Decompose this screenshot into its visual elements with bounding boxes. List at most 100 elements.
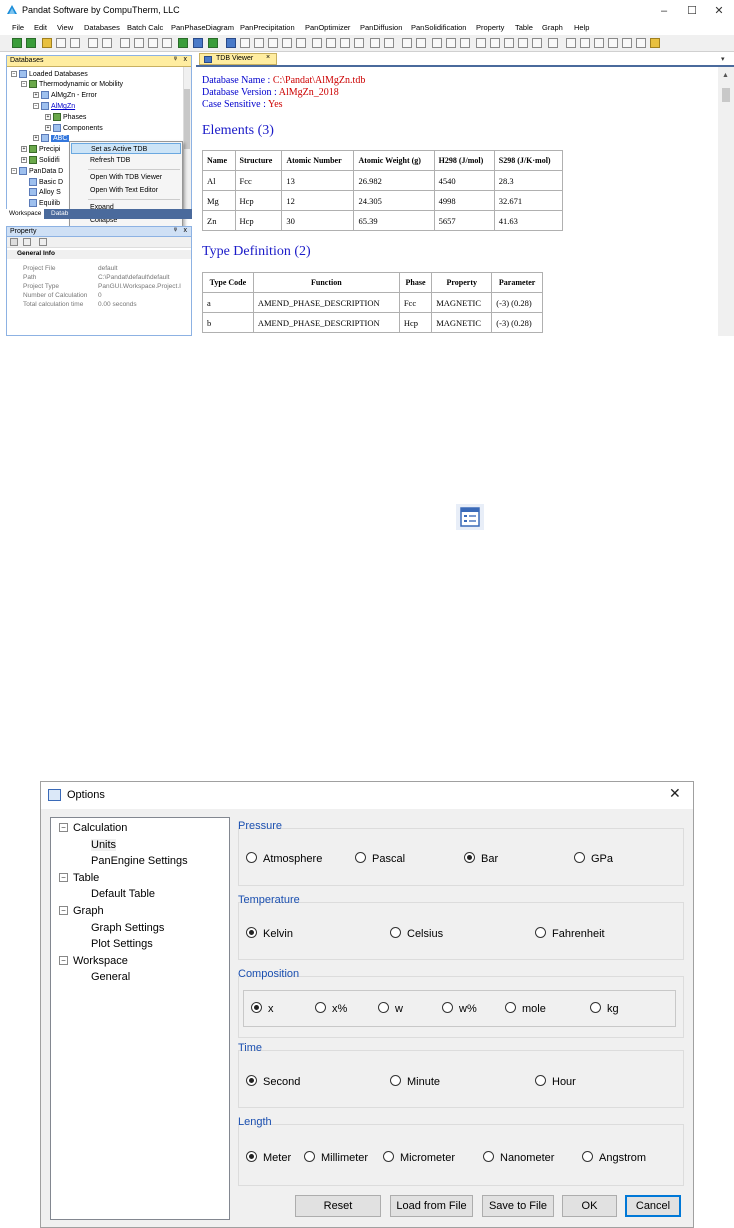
save-all-icon[interactable] [70, 38, 80, 48]
open-folder-icon[interactable] [42, 38, 52, 48]
tree-almgzn[interactable]: − AlMgZn [33, 102, 75, 110]
radio-kg[interactable]: kg [590, 1002, 619, 1015]
expand-toggle-icon[interactable]: + [45, 125, 51, 131]
tab-dropdown-icon[interactable]: ▾ [721, 55, 725, 63]
pin-icon[interactable]: ᵠ [174, 56, 177, 63]
tab-workspace[interactable]: Workspace [6, 209, 45, 219]
collapse-toggle-icon[interactable]: − [59, 956, 68, 965]
tab-tdb-viewer[interactable]: TDB Viewer × [199, 53, 277, 65]
tree-phases[interactable]: + Phases [45, 113, 86, 121]
tool-icon-15[interactable] [446, 38, 456, 48]
undo-icon[interactable] [594, 38, 604, 48]
collapse-toggle-icon[interactable]: − [33, 103, 39, 109]
delete-icon[interactable] [162, 38, 172, 48]
tree-node-general[interactable]: General [91, 971, 130, 983]
radio-nanometer[interactable]: Nanometer [483, 1151, 554, 1164]
scrollbar-thumb[interactable] [184, 89, 190, 149]
save-icon[interactable] [56, 38, 66, 48]
text-icon[interactable] [636, 38, 646, 48]
expand-toggle-icon[interactable]: + [21, 157, 27, 163]
radio-bar[interactable]: Bar [464, 852, 498, 865]
radio-hour[interactable]: Hour [535, 1075, 576, 1088]
zoom-icon[interactable] [580, 38, 590, 48]
menu-file[interactable]: File [12, 23, 24, 32]
pin-icon[interactable]: ᵠ [174, 227, 177, 234]
tool-icon-3[interactable] [268, 38, 278, 48]
radio-second[interactable]: Second [246, 1075, 300, 1088]
tool-icon-16[interactable] [460, 38, 470, 48]
calc-icon[interactable] [178, 38, 188, 48]
categorized-icon[interactable] [10, 238, 18, 246]
document-scrollbar[interactable]: ▲ [718, 67, 734, 336]
tree-solidification[interactable]: + Solidifi [21, 156, 60, 164]
tree-loaded-databases[interactable]: − Loaded Databases [11, 70, 88, 78]
menu-set-active-tdb[interactable]: Set as Active TDB [71, 143, 181, 154]
collapse-toggle-icon[interactable]: − [59, 823, 68, 832]
pencil-icon[interactable] [650, 38, 660, 48]
menu-view[interactable]: View [57, 23, 73, 32]
menu-help[interactable]: Help [574, 23, 589, 32]
collapse-toggle-icon[interactable]: − [59, 906, 68, 915]
radio-w[interactable]: w [378, 1002, 403, 1015]
expand-toggle-icon[interactable]: + [33, 92, 39, 98]
database-icon[interactable] [226, 38, 236, 48]
radio-pascal[interactable]: Pascal [355, 852, 405, 865]
collapse-toggle-icon[interactable]: − [21, 81, 27, 87]
tool-icon-22[interactable] [548, 38, 558, 48]
radio-minute[interactable]: Minute [390, 1075, 440, 1088]
text-box-icon[interactable] [608, 38, 618, 48]
tree-alloy[interactable]: Alloy S [29, 188, 61, 196]
radio-millimeter[interactable]: Millimeter [304, 1151, 368, 1164]
tree-node-units[interactable]: Units [91, 839, 117, 851]
tool-icon-14[interactable] [432, 38, 442, 48]
menu-open-tdb-viewer[interactable]: Open With TDB Viewer [71, 172, 181, 183]
tree-node-calculation[interactable]: − Calculation [59, 822, 127, 834]
menu-property[interactable]: Property [476, 23, 504, 32]
menu-batch-calc[interactable]: Batch Calc [127, 23, 163, 32]
tool-icon-8[interactable] [340, 38, 350, 48]
tree-precipitation[interactable]: + Precipi [21, 145, 60, 153]
close-icon[interactable]: x [184, 227, 188, 234]
new-icon[interactable] [12, 38, 22, 48]
radio-mole[interactable]: mole [505, 1002, 546, 1015]
menu-panphasediagram[interactable]: PanPhaseDiagram [171, 23, 234, 32]
collapse-toggle-icon[interactable]: − [59, 873, 68, 882]
print-icon[interactable] [102, 38, 112, 48]
tree-almgzn-error[interactable]: + AlMgZn - Error [33, 91, 97, 99]
tool-icon-6[interactable] [312, 38, 322, 48]
tree-basic-data[interactable]: Basic D [29, 178, 63, 186]
menu-panoptimizer[interactable]: PanOptimizer [305, 23, 350, 32]
tree-thermo[interactable]: − Thermodynamic or Mobility [21, 80, 123, 88]
close-icon[interactable]: x [184, 56, 188, 63]
tree-node-table[interactable]: − Table [59, 872, 99, 884]
copy-icon[interactable] [134, 38, 144, 48]
menu-edit[interactable]: Edit [34, 23, 47, 32]
table-icon[interactable] [193, 38, 203, 48]
tool-icon-18[interactable] [490, 38, 500, 48]
radio-x-percent[interactable]: x% [315, 1002, 347, 1015]
tree-pandata[interactable]: − PanData D [11, 167, 63, 175]
tree-abc[interactable]: + ABC [33, 134, 70, 142]
menu-pandiffusion[interactable]: PanDiffusion [360, 23, 402, 32]
tool-icon-20[interactable] [518, 38, 528, 48]
tool-icon-1[interactable] [240, 38, 250, 48]
tool-icon-10[interactable] [370, 38, 380, 48]
tree-node-default-table[interactable]: Default Table [91, 888, 155, 900]
radio-micrometer[interactable]: Micrometer [383, 1151, 455, 1164]
databases-scrollbar[interactable] [183, 67, 191, 209]
close-tab-icon[interactable]: × [266, 54, 270, 61]
tool-icon-9[interactable] [354, 38, 364, 48]
pointer-icon[interactable] [566, 38, 576, 48]
tree-node-panengine-settings[interactable]: PanEngine Settings [91, 855, 188, 867]
radio-kelvin[interactable]: Kelvin [246, 927, 293, 940]
legend-icon[interactable] [622, 38, 632, 48]
sort-az-icon[interactable] [23, 238, 31, 246]
tool-icon-5[interactable] [296, 38, 306, 48]
minimize-button[interactable]: – [654, 3, 674, 19]
radio-atmosphere[interactable]: Atmosphere [246, 852, 322, 865]
tool-icon-12[interactable] [402, 38, 412, 48]
close-button[interactable]: ✕ [709, 3, 729, 19]
save-to-file-button[interactable]: Save to File [482, 1195, 554, 1217]
new-project-icon[interactable] [26, 38, 36, 48]
tree-node-graph-settings[interactable]: Graph Settings [91, 922, 164, 934]
